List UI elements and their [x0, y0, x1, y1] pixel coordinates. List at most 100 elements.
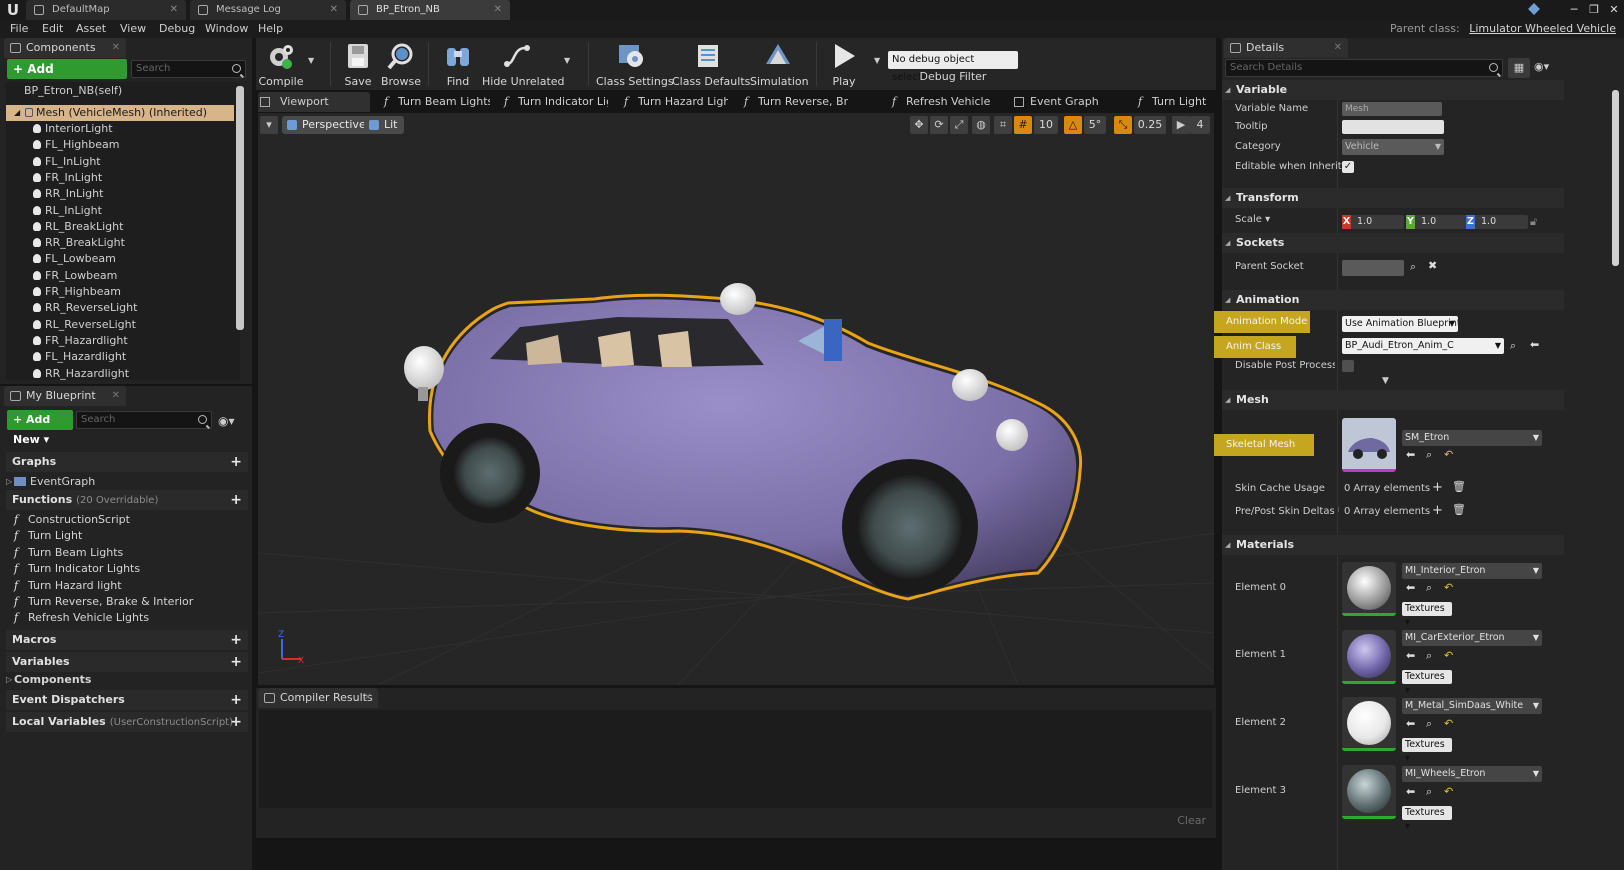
close-window-icon[interactable]: ✕ — [1604, 0, 1624, 20]
delete-icon[interactable]: 🗑︎ — [1452, 503, 1466, 516]
doc-tab-bp-etron[interactable]: BP_Etron_NB ✕ — [350, 0, 510, 20]
lit-button[interactable]: Lit — [364, 116, 404, 134]
reset-icon[interactable]: ↶ — [1444, 717, 1453, 730]
scale-y-input[interactable]: Y 1.0 — [1406, 215, 1468, 229]
add-element-icon[interactable]: + — [1432, 480, 1443, 495]
close-icon[interactable]: ✕ — [330, 0, 338, 20]
world-icon[interactable]: ◍ — [972, 116, 990, 134]
element-3-textures-button[interactable]: Textures ▾ — [1402, 806, 1452, 832]
section-variables[interactable]: Variables + — [6, 652, 248, 672]
tab-turn-hazard[interactable]: f Turn Hazard Ligh — [622, 92, 728, 112]
tree-item-mesh[interactable]: ◢ Mesh (VehicleMesh) (Inherited) — [6, 105, 234, 121]
save-button[interactable]: Save — [338, 38, 378, 90]
menu-debug[interactable]: Debug — [159, 20, 195, 38]
browse-magnifier-icon[interactable]: ⌕ — [1410, 260, 1416, 274]
tree-item-light[interactable]: FR_Lowbeam — [6, 268, 234, 284]
function-item[interactable]: f ConstructionScript — [12, 512, 130, 528]
element-0-textures-button[interactable]: Textures ▾ — [1402, 602, 1452, 628]
function-item[interactable]: f Turn Reverse, Brake & Interior — [12, 594, 193, 610]
tree-item-light[interactable]: RR_InLight — [6, 186, 234, 202]
delete-icon[interactable]: 🗑︎ — [1452, 480, 1466, 493]
camera-speed-icon[interactable]: ▶ — [1172, 116, 1190, 134]
find-button[interactable]: Find — [438, 38, 478, 90]
tree-item-light[interactable]: RR_ReverseLight — [6, 300, 234, 316]
use-selected-arrow-icon[interactable]: ⬅ — [1406, 448, 1415, 461]
section-local-variables[interactable]: Local Variables (UserConstructionScript) … — [6, 712, 248, 732]
anim-class-select[interactable]: BP_Audi_Etron_Anim_C ▼ — [1342, 338, 1504, 354]
editable-inherited-checkbox[interactable]: ✓ — [1342, 161, 1354, 173]
simulation-button[interactable]: Simulation — [750, 38, 809, 90]
tree-item-light[interactable]: InteriorLight — [6, 121, 234, 137]
details-scrollbar[interactable] — [1612, 90, 1619, 266]
tree-item-light[interactable]: FR_Hazardlight — [6, 333, 234, 349]
element-3-thumbnail[interactable] — [1342, 765, 1396, 819]
add-local-variable-icon[interactable]: + — [230, 712, 242, 732]
unreal-logo-icon[interactable]: U — [4, 1, 22, 19]
components-category[interactable]: ▷ Components — [6, 672, 91, 688]
perspective-button[interactable]: Perspective — [282, 116, 372, 134]
close-icon[interactable]: ✕ — [170, 0, 178, 20]
minimize-icon[interactable]: ─ — [1564, 0, 1584, 20]
parent-socket-input[interactable] — [1342, 260, 1404, 276]
category-variable[interactable]: Variable — [1222, 80, 1564, 100]
function-item[interactable]: f Turn Hazard light — [12, 578, 122, 594]
menu-asset[interactable]: Asset — [76, 20, 106, 38]
add-dispatcher-icon[interactable]: + — [230, 690, 242, 710]
section-macros[interactable]: Macros + — [6, 630, 248, 650]
browse-magnifier-icon[interactable]: ⌕ — [1426, 448, 1432, 462]
tree-item-light[interactable]: FL_InLight — [6, 154, 234, 170]
tree-item-light[interactable]: RR_Hazardlight — [6, 366, 234, 381]
browse-magnifier-icon[interactable]: ⌕ — [1426, 581, 1432, 595]
hide-options-arrow-icon[interactable]: ▼ — [564, 56, 570, 65]
close-icon[interactable]: ✕ — [1334, 38, 1342, 58]
tab-my-blueprint[interactable]: My Blueprint ✕ — [4, 386, 126, 406]
tree-item-light[interactable]: FL_Highbeam — [6, 137, 234, 153]
close-icon[interactable]: ✕ — [494, 0, 502, 20]
lock-icon[interactable]: 🔓︎ — [1530, 215, 1537, 229]
scale-label[interactable]: Scale ▾ — [1235, 212, 1270, 228]
tree-item-self[interactable]: BP_Etron_NB(self) — [6, 83, 234, 99]
expand-arrow-icon[interactable]: ▷ — [6, 672, 12, 688]
scale-snap-icon[interactable]: ⤡ — [1114, 116, 1132, 134]
tree-item-light[interactable]: RR_BreakLight — [6, 235, 234, 251]
tab-components[interactable]: Components ✕ — [4, 38, 126, 58]
tab-turn-beam-lights[interactable]: f Turn Beam Lights — [382, 92, 490, 112]
translate-icon[interactable]: ✥ — [910, 116, 928, 134]
components-scrollbar[interactable] — [236, 86, 244, 330]
function-item[interactable]: f Turn Indicator Lights — [12, 561, 140, 577]
tree-item-light[interactable]: RL_ReverseLight — [6, 317, 234, 333]
hide-unrelated-button[interactable]: Hide Unrelated — [482, 38, 565, 90]
expand-arrow-icon[interactable]: ▷ — [6, 474, 12, 490]
browse-magnifier-icon[interactable]: ⌕ — [1510, 339, 1516, 353]
tree-item-light[interactable]: FR_Highbeam — [6, 284, 234, 300]
scale-z-input[interactable]: Z 1.0 — [1466, 215, 1528, 229]
function-item[interactable]: f Turn Light — [12, 528, 82, 544]
use-selected-arrow-icon[interactable]: ⬅ — [1406, 717, 1415, 730]
maximize-icon[interactable]: ❐ — [1584, 0, 1604, 20]
add-component-button[interactable]: + Add Component ▾ — [7, 59, 127, 96]
details-search-input[interactable]: Search Details — [1225, 59, 1503, 77]
camera-speed-value[interactable]: 4 — [1190, 116, 1210, 134]
element-1-thumbnail[interactable] — [1342, 630, 1396, 684]
use-selected-arrow-icon[interactable]: ⬅ — [1406, 649, 1415, 662]
category-mesh[interactable]: Mesh — [1222, 390, 1564, 410]
skeletal-mesh-thumbnail[interactable] — [1342, 418, 1396, 472]
category-transform[interactable]: Transform — [1222, 188, 1564, 208]
collapse-arrow-icon[interactable]: ◢ — [14, 105, 20, 121]
add-element-icon[interactable]: + — [1432, 503, 1443, 518]
add-function-icon[interactable]: + — [230, 490, 242, 510]
compile-options-arrow-icon[interactable]: ▼ — [308, 56, 314, 65]
clear-x-icon[interactable]: ✖ — [1428, 259, 1437, 272]
parent-class-link[interactable]: Limulator Wheeled Vehicle — [1469, 22, 1616, 35]
scale-snap-value[interactable]: 0.25 — [1134, 116, 1166, 134]
tree-item-light[interactable]: RL_BreakLight — [6, 219, 234, 235]
section-functions[interactable]: Functions (20 Overridable) + — [6, 490, 248, 510]
element-2-textures-button[interactable]: Textures ▾ — [1402, 738, 1452, 764]
add-macro-icon[interactable]: + — [230, 630, 242, 650]
compile-button[interactable]: Compile — [258, 38, 304, 90]
play-button[interactable]: Play — [824, 38, 864, 90]
disable-post-process-checkbox[interactable] — [1342, 360, 1354, 372]
tab-refresh-vehicle[interactable]: f Refresh Vehicle Li — [890, 92, 994, 112]
scale-x-input[interactable]: X 1.0 — [1342, 215, 1404, 229]
add-graph-icon[interactable]: + — [230, 452, 242, 472]
